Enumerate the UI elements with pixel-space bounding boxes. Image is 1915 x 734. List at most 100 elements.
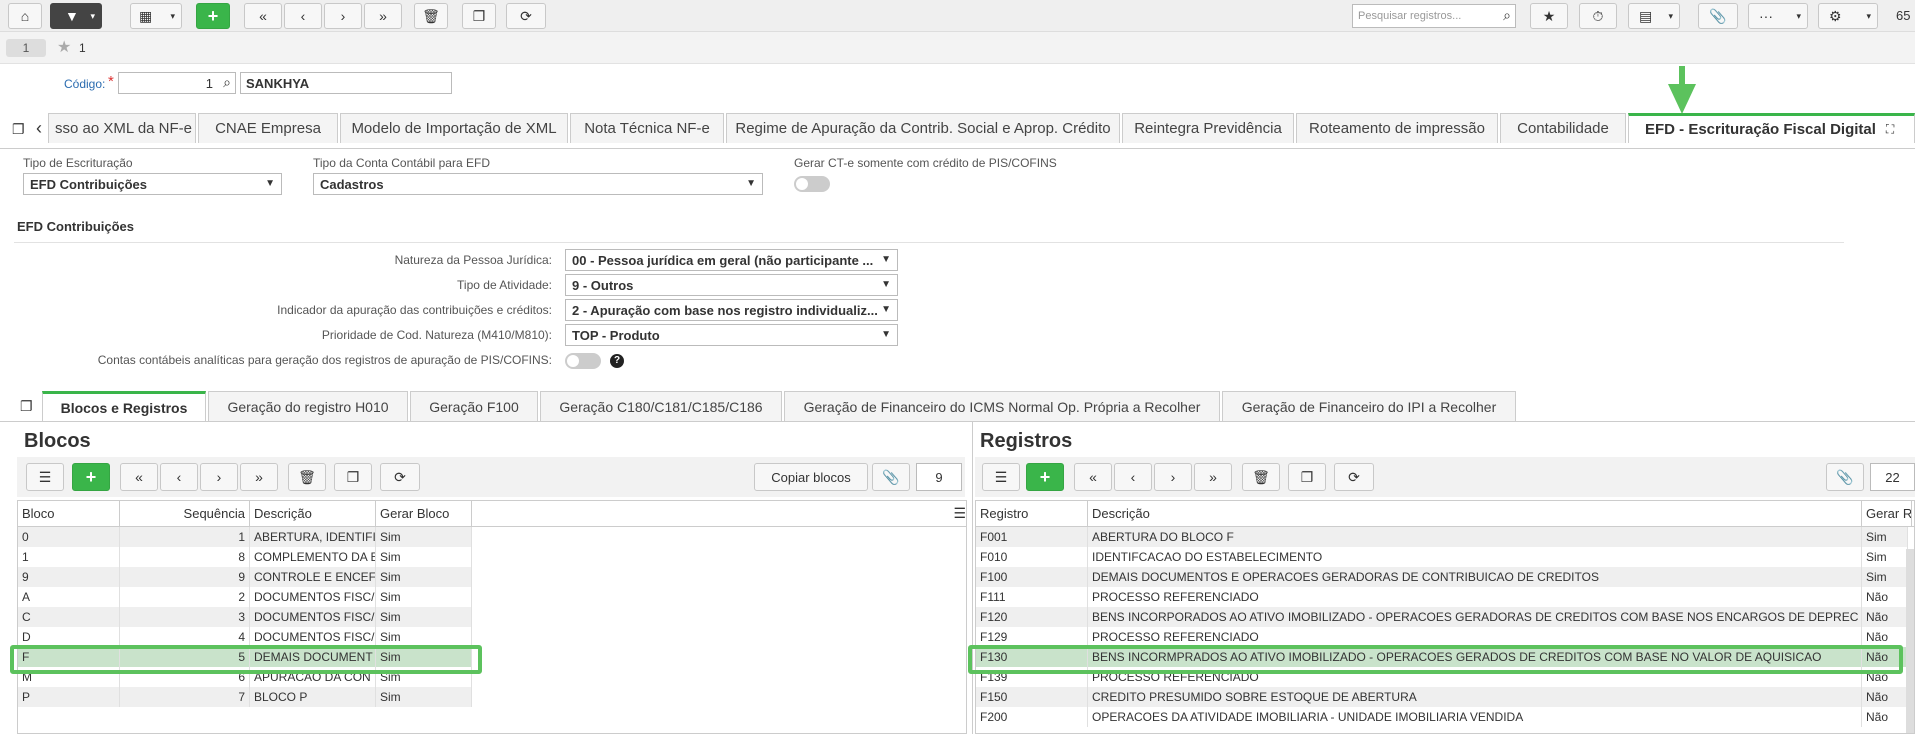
scrollbar[interactable] <box>1906 549 1914 733</box>
col-gerar-registro[interactable]: Gerar R <box>1862 501 1912 527</box>
table-row[interactable]: F111 PROCESSO REFERENCIADO Não <box>976 587 1908 607</box>
blocos-add-button[interactable]: + <box>72 463 110 491</box>
refresh-button[interactable]: ⟳ <box>506 3 546 29</box>
page-indicator[interactable]: 1 <box>6 39 46 57</box>
indicador-select[interactable]: 2 - Apuração com base nos registro indiv… <box>565 299 898 321</box>
more-button[interactable]: ··· ▾ <box>1748 3 1808 29</box>
codigo-input[interactable]: 1 ⌕ <box>118 72 236 94</box>
table-row[interactable]: F100 DEMAIS DOCUMENTOS E OPERACOES GERADO… <box>976 567 1908 587</box>
chevron-left-icon[interactable]: ‹ <box>36 118 42 139</box>
table-row[interactable]: F200 OPERACOES DA ATIVIDADE IMOBILIARIA -… <box>976 707 1908 727</box>
tab-contabilidade[interactable]: Contabilidade <box>1500 113 1626 143</box>
blocos-delete-button[interactable]: 🗑 <box>288 463 326 491</box>
copiar-blocos-button[interactable]: Copiar blocos <box>754 463 868 491</box>
home-button[interactable]: ⌂ <box>8 3 42 29</box>
natureza-select[interactable]: 00 - Pessoa jurídica em geral (não parti… <box>565 249 898 271</box>
registros-refresh-button[interactable]: ⟳ <box>1334 463 1374 491</box>
table-row[interactable]: P 7 BLOCO P Sim <box>18 687 472 707</box>
table-row[interactable]: D 4 DOCUMENTOS FISC/Sim <box>18 627 472 647</box>
table-row[interactable]: F129 PROCESSO REFERENCIADO Não <box>976 627 1908 647</box>
report-button[interactable]: ▤ ▾ <box>1628 3 1680 29</box>
subtab-c180[interactable]: Geração C180/C181/C185/C186 <box>540 391 782 421</box>
registros-add-button[interactable]: + <box>1026 463 1064 491</box>
tab-regime-apuracao[interactable]: Regime de Apuração da Contrib. Social e … <box>726 113 1120 143</box>
table-row[interactable]: F010 IDENTIFCACAO DO ESTABELECIMENTO Sim <box>976 547 1908 567</box>
column-menu-icon[interactable]: ☰ <box>953 505 966 522</box>
duplicate-button[interactable]: ❐ <box>462 3 496 29</box>
blocos-first-button[interactable]: « <box>120 463 158 491</box>
col-descricao[interactable]: Descrição <box>1088 501 1862 527</box>
table-row[interactable]: 1 8 COMPLEMENTO DA E Sim <box>18 547 472 567</box>
star-icon[interactable]: ★ <box>57 37 71 57</box>
gerar-cte-label: Gerar CT-e somente com crédito de PIS/CO… <box>794 156 1057 170</box>
blocos-next-button[interactable]: › <box>200 463 238 491</box>
expand-icon[interactable]: ⛶ <box>1886 122 1894 137</box>
registros-next-button[interactable]: › <box>1154 463 1192 491</box>
tab-reintegra[interactable]: Reintegra Previdência <box>1122 113 1294 143</box>
col-registro[interactable]: Registro <box>976 501 1088 527</box>
attachment-button[interactable]: 📎 <box>1698 3 1738 29</box>
tab-modelo-importacao[interactable]: Modelo de Importação de XML <box>340 113 568 143</box>
table-cell: Não <box>1862 707 1908 727</box>
tipo-conta-select[interactable]: Cadastros ▼ <box>313 173 763 195</box>
subtab-icms[interactable]: Geração de Financeiro do ICMS Normal Op.… <box>784 391 1220 421</box>
table-row[interactable]: C 3 DOCUMENTOS FISC/Sim <box>18 607 472 627</box>
registros-delete-button[interactable]: 🗑 <box>1242 463 1280 491</box>
tab-efd[interactable]: EFD - Escrituração Fiscal Digital ⛶ <box>1628 113 1915 143</box>
registros-list-button[interactable]: ☰ <box>982 463 1020 491</box>
blocos-duplicate-button[interactable]: ❐ <box>334 463 372 491</box>
table-row[interactable]: F120 BENS INCORPORADOS AO ATIVO IMOBILIZA… <box>976 607 1908 627</box>
blocos-prev-button[interactable]: ‹ <box>160 463 198 491</box>
tab-acesso-xml[interactable]: sso ao XML da NF-e <box>48 113 196 143</box>
blocos-attachment-button[interactable]: 📎 <box>872 463 910 491</box>
search-icon[interactable]: ⌕ <box>223 74 231 91</box>
grid-view-button[interactable]: ▦ ▾ <box>130 3 182 29</box>
table-row[interactable]: 0 1 ABERTURA, IDENTIFI Sim <box>18 527 472 547</box>
blocos-last-button[interactable]: » <box>240 463 278 491</box>
add-button[interactable]: + <box>196 3 230 29</box>
prioridade-select[interactable]: TOP - Produto ▼ <box>565 324 898 346</box>
prev-record-button[interactable]: ‹ <box>284 3 322 29</box>
tab-cnae-empresa[interactable]: CNAE Empresa <box>198 113 338 143</box>
subtab-h010[interactable]: Geração do registro H010 <box>208 391 408 421</box>
registros-first-button[interactable]: « <box>1074 463 1112 491</box>
col-sequencia[interactable]: Sequência <box>120 501 250 527</box>
settings-button[interactable]: ⚙ ▾ <box>1818 3 1878 29</box>
col-gerar-bloco[interactable]: Gerar Bloco <box>376 501 472 527</box>
table-cell: DOCUMENTOS FISC/ <box>250 627 376 647</box>
col-descricao[interactable]: Descrição <box>250 501 376 527</box>
contas-toggle[interactable] <box>565 353 601 369</box>
subtab-f100[interactable]: Geração F100 <box>410 391 538 421</box>
table-row[interactable]: A 2 DOCUMENTOS FISC/Sim <box>18 587 472 607</box>
search-input[interactable]: Pesquisar registros... ⌕ <box>1352 4 1516 28</box>
tab-nota-tecnica[interactable]: Nota Técnica NF-e <box>570 113 724 143</box>
table-row[interactable]: 9 9 CONTROLE E ENCEF Sim <box>18 567 472 587</box>
filter-button[interactable]: ▼ ▾ <box>50 3 102 29</box>
last-record-button[interactable]: » <box>364 3 402 29</box>
favorite-button[interactable]: ★ <box>1530 3 1568 29</box>
copy-icon[interactable]: ❐ <box>20 398 33 415</box>
registros-last-button[interactable]: » <box>1194 463 1232 491</box>
table-row[interactable]: F001 ABERTURA DO BLOCO F Sim <box>976 527 1908 547</box>
first-record-button[interactable]: « <box>244 3 282 29</box>
subtab-ipi[interactable]: Geração de Financeiro do IPI a Recolher <box>1222 391 1516 421</box>
blocos-refresh-button[interactable]: ⟳ <box>380 463 420 491</box>
subtab-blocos-registros[interactable]: Blocos e Registros <box>42 391 206 421</box>
copy-icon[interactable]: ❐ <box>12 121 25 138</box>
registros-attachment-button[interactable]: 📎 <box>1826 463 1864 491</box>
double-chevron-right-icon: » <box>379 8 387 24</box>
col-bloco[interactable]: Bloco <box>18 501 120 527</box>
registros-duplicate-button[interactable]: ❐ <box>1288 463 1326 491</box>
tab-roteamento[interactable]: Roteamento de impressão <box>1296 113 1498 143</box>
help-icon[interactable]: ? <box>610 354 624 368</box>
tipo-escrituracao-select[interactable]: EFD Contribuições ▼ <box>23 173 282 195</box>
table-row[interactable]: F150 CREDITO PRESUMIDO SOBRE ESTOQUE DE A… <box>976 687 1908 707</box>
atividade-select[interactable]: 9 - Outros ▼ <box>565 274 898 296</box>
next-record-button[interactable]: › <box>324 3 362 29</box>
blocos-list-button[interactable]: ☰ <box>26 463 64 491</box>
timer-button[interactable]: ⏱ <box>1579 3 1617 29</box>
ellipsis-icon: ··· <box>1759 8 1773 24</box>
registros-prev-button[interactable]: ‹ <box>1114 463 1152 491</box>
gerar-cte-toggle[interactable] <box>794 176 830 192</box>
delete-button[interactable]: 🗑 <box>414 3 448 29</box>
